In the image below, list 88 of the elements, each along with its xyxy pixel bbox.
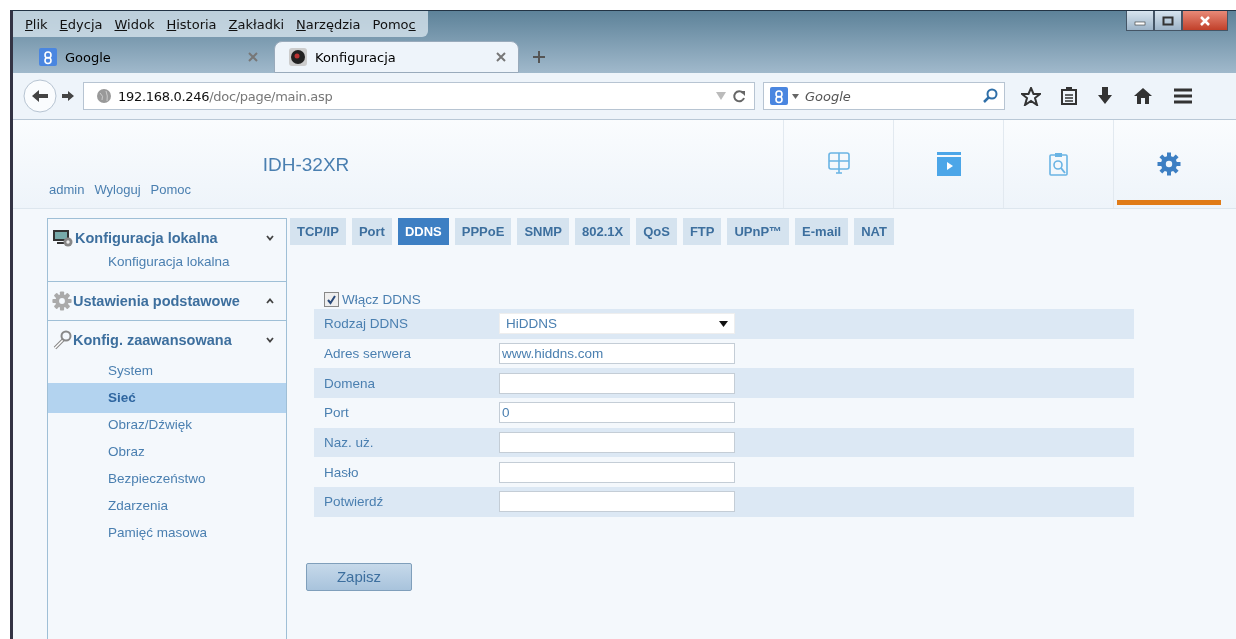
sidebar-item[interactable]: Zdarzenia xyxy=(48,491,286,521)
tab[interactable]: E-mail xyxy=(795,218,849,245)
chevron-up-icon xyxy=(266,298,274,304)
menu-item[interactable]: Plik xyxy=(19,12,54,36)
field-label: Hasło xyxy=(324,464,360,480)
search-bar[interactable]: Google xyxy=(763,82,1005,110)
device-title: IDH-32XR xyxy=(262,154,350,176)
input-field[interactable]: www.hiddns.com xyxy=(499,343,735,365)
input-field[interactable] xyxy=(499,461,735,483)
input-field[interactable] xyxy=(499,432,735,454)
browser-tab[interactable]: Google xyxy=(25,41,270,73)
sidebar-item[interactable]: Pamięć masowa xyxy=(48,518,286,548)
tab[interactable]: DDNS xyxy=(397,218,449,245)
tab[interactable]: PPPoE xyxy=(454,218,512,245)
menu-item[interactable]: Narzędzia xyxy=(290,12,367,36)
menu-item[interactable]: Edycja xyxy=(53,12,109,36)
google-icon xyxy=(39,48,57,66)
header-link[interactable]: Wyloguj xyxy=(94,182,141,197)
checkbox[interactable] xyxy=(324,291,339,307)
tab[interactable]: SNMP xyxy=(517,218,569,245)
tab[interactable]: 802.1X xyxy=(574,218,631,245)
chevron-down-icon xyxy=(266,235,274,241)
header-link[interactable]: Pomoc xyxy=(150,182,191,197)
play-icon xyxy=(936,152,961,176)
monitor-grid-icon xyxy=(827,152,850,176)
address-bar[interactable]: 192.168.0.246/doc/page/main.asp xyxy=(83,82,755,110)
forward-icon[interactable] xyxy=(61,90,75,102)
tab-title: Google xyxy=(65,49,112,65)
input-field[interactable]: 0 xyxy=(499,402,735,424)
close-button[interactable] xyxy=(1182,11,1228,31)
download-icon[interactable] xyxy=(1097,87,1113,105)
menu-icon[interactable] xyxy=(1173,88,1193,104)
save-button[interactable]: Zapisz xyxy=(306,562,412,591)
dropdown[interactable]: HiDDNS xyxy=(499,313,735,335)
header-link[interactable]: admin xyxy=(49,182,85,197)
nav-tab[interactable] xyxy=(1113,120,1223,208)
field-label: Naz. uż. xyxy=(324,435,375,451)
sidebar-item[interactable]: Sieć xyxy=(48,383,286,413)
search-icon[interactable] xyxy=(982,88,998,104)
tab-title: Konfiguracja xyxy=(315,49,397,65)
star-icon[interactable] xyxy=(1021,86,1041,106)
maximize-icon xyxy=(1162,15,1174,26)
menu-item[interactable]: Widok xyxy=(108,12,161,36)
reload-icon[interactable] xyxy=(732,89,746,103)
checkbox-label: Włącz DDNS xyxy=(342,291,421,307)
minimize-button[interactable] xyxy=(1126,11,1154,31)
settings-icon xyxy=(1156,152,1181,176)
close-icon xyxy=(1199,15,1211,26)
url-text: 192.168.0.246/doc/page/main.asp xyxy=(118,88,333,104)
tab[interactable]: NAT xyxy=(854,218,894,245)
close-tab-icon[interactable] xyxy=(496,52,506,62)
sidebar-group-header[interactable]: Konfig. zaawansowana xyxy=(48,321,286,359)
tab[interactable]: Port xyxy=(351,218,392,245)
tab[interactable]: TCP/IP xyxy=(290,218,346,245)
gear-icon xyxy=(52,291,72,311)
clipboard-search-icon xyxy=(1048,152,1069,176)
sidebar-group-header[interactable]: Ustawienia podstawowe xyxy=(48,282,286,320)
menu-item[interactable]: Pomoc xyxy=(366,12,422,36)
field-label: Potwierdź xyxy=(324,494,385,510)
menu-item[interactable]: Zakładki xyxy=(222,12,291,36)
tab[interactable]: UPnP™ xyxy=(727,218,790,245)
input-field[interactable] xyxy=(499,372,735,394)
tab[interactable]: FTP xyxy=(682,218,722,245)
browser-tab[interactable]: Konfiguracja xyxy=(274,41,519,73)
sidebar-item[interactable]: Obraz/Dźwięk xyxy=(48,410,286,440)
field-label: Port xyxy=(324,405,350,421)
field-label: Domena xyxy=(324,375,377,391)
field-label: Rodzaj DDNS xyxy=(324,316,410,332)
sidebar-item[interactable]: Obraz xyxy=(48,437,286,467)
input-field[interactable] xyxy=(499,491,735,513)
field-label: Adres serwera xyxy=(324,346,413,362)
clipboard-icon[interactable] xyxy=(1061,87,1077,105)
back-button[interactable] xyxy=(23,79,57,113)
camera-lens-icon xyxy=(289,48,307,66)
caret-icon xyxy=(719,320,728,327)
globe-icon xyxy=(96,88,112,104)
chevron-down-icon xyxy=(266,337,274,343)
computer-gear-icon xyxy=(52,229,74,247)
sidebar-item[interactable]: Bezpieczeństwo xyxy=(48,464,286,494)
new-tab-icon[interactable] xyxy=(533,51,545,63)
home-icon[interactable] xyxy=(1133,87,1153,105)
sidebar-item[interactable]: System xyxy=(48,356,286,386)
tab[interactable]: QoS xyxy=(636,218,677,245)
caret-icon xyxy=(792,93,799,99)
maximize-button[interactable] xyxy=(1154,11,1182,31)
menu-item[interactable]: Historia xyxy=(160,12,223,36)
search-input[interactable]: Google xyxy=(803,87,978,105)
google-icon xyxy=(770,87,788,105)
